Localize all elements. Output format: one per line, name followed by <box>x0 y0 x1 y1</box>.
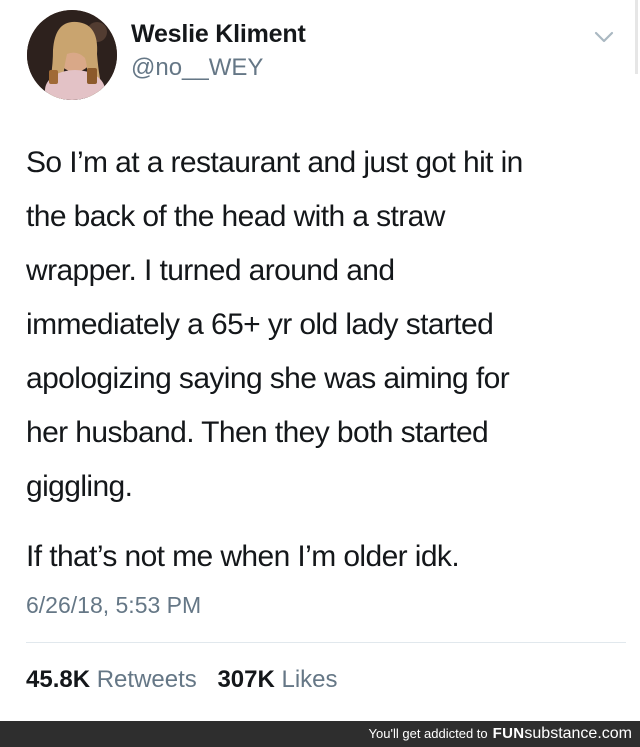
watermark-footer: You'll get addicted to FUNsubstance.com <box>0 721 640 747</box>
tweet-stats: 45.8K Retweets 307K Likes <box>26 666 352 694</box>
tweet-screenshot: Weslie Kliment @no__WEY So I’m at a rest… <box>0 0 640 747</box>
footer-brand-fun: FUN <box>492 725 525 742</box>
avatar[interactable] <box>27 10 117 100</box>
scrollbar-track <box>635 0 638 74</box>
divider <box>26 642 626 643</box>
tweet-timestamp[interactable]: 6/26/18, 5:53 PM <box>26 592 201 619</box>
likes-stat[interactable]: 307K Likes <box>217 666 337 694</box>
avatar-photo-icon <box>27 10 117 100</box>
tweet-header: Weslie Kliment @no__WEY <box>0 0 640 110</box>
likes-count: 307K <box>217 666 275 693</box>
display-name[interactable]: Weslie Kliment <box>131 20 306 49</box>
retweets-label: Retweets <box>96 666 197 693</box>
user-handle[interactable]: @no__WEY <box>131 54 263 82</box>
footer-prefix: You'll get addicted to <box>368 726 488 741</box>
likes-label: Likes <box>281 666 338 693</box>
chevron-down-icon[interactable] <box>592 28 616 46</box>
tweet-text: So I’m at a restaurant and just got hit … <box>26 146 523 503</box>
retweets-count: 45.8K <box>26 666 91 693</box>
tweet-text-closing: If that’s not me when I’m older idk. <box>26 540 460 573</box>
footer-brand-substance: substance.com <box>524 725 632 742</box>
retweets-stat[interactable]: 45.8K Retweets <box>26 666 197 694</box>
